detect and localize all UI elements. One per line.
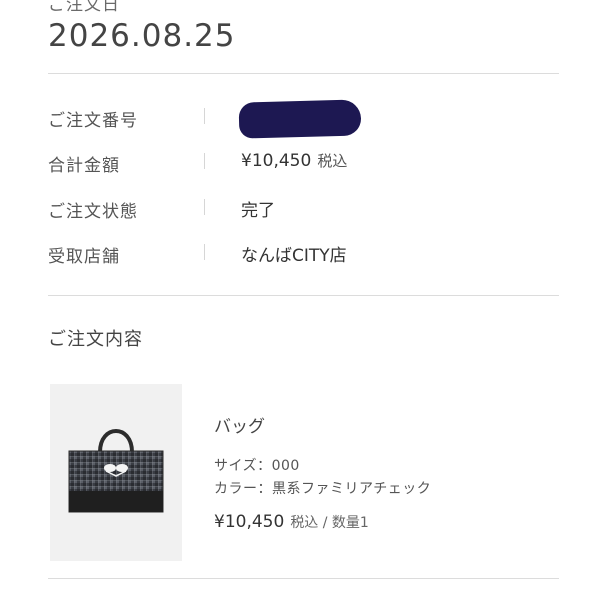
separator	[204, 199, 205, 215]
order-contents-title: ご注文内容	[48, 329, 143, 350]
divider	[48, 73, 559, 74]
pickup-store-label: 受取店舗	[48, 247, 120, 267]
order-number-row: ご注文番号	[48, 99, 559, 139]
total-amount-label: 合計金額	[48, 156, 120, 176]
tote-bag-icon	[68, 429, 164, 513]
separator	[204, 108, 205, 124]
product-name[interactable]: バッグ	[214, 412, 265, 437]
product-color: カラー：黒系ファミリアチェック	[214, 481, 432, 497]
tax-included-label: 税込	[317, 152, 348, 170]
product-size: サイズ：000	[214, 458, 300, 474]
order-status-value: 完了	[241, 201, 275, 221]
product-image[interactable]	[50, 384, 182, 561]
divider	[48, 295, 559, 296]
divider	[48, 578, 559, 579]
total-amount-value: ¥10,450 税込	[241, 150, 347, 171]
separator	[204, 244, 205, 260]
total-amount: ¥10,450	[241, 151, 312, 171]
product-price-suffix: 税込 / 数量1	[290, 515, 369, 531]
order-status-row: ご注文状態 完了	[48, 193, 559, 223]
pickup-store-row: 受取店舗 なんばCITY店	[48, 238, 559, 268]
redaction-mark	[238, 99, 362, 139]
order-status-label: ご注文状態	[48, 202, 138, 222]
pickup-store-value: なんばCITY店	[241, 246, 347, 266]
separator	[204, 153, 205, 169]
order-date-label: ご注文日	[48, 0, 120, 15]
total-amount-row: 合計金額 ¥10,450 税込	[48, 147, 559, 177]
product-price: ¥10,450	[214, 512, 285, 532]
order-date: 2026.08.25	[48, 18, 236, 54]
order-number-label: ご注文番号	[48, 111, 138, 131]
product-price-line: ¥10,450 税込 / 数量1	[214, 512, 369, 532]
